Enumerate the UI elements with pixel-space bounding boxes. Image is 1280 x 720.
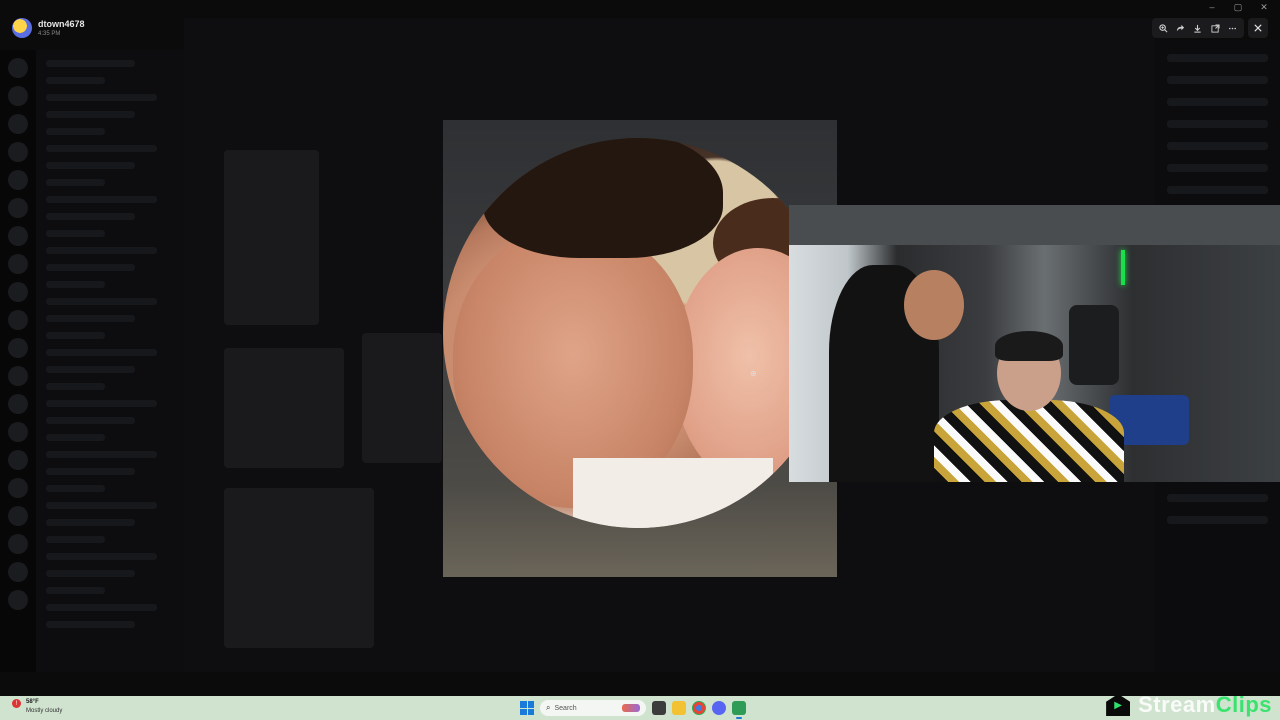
download-icon[interactable] (1191, 21, 1205, 35)
discord-icon[interactable] (712, 701, 726, 715)
windows-start-icon[interactable] (520, 701, 534, 715)
more-icon[interactable] (1225, 21, 1239, 35)
file-explorer-icon[interactable] (672, 701, 686, 715)
window-close-button[interactable]: ✕ (1258, 2, 1270, 13)
upload-timestamp: 4:35 PM (38, 31, 61, 37)
open-in-browser-icon[interactable] (1208, 21, 1222, 35)
viewed-image[interactable] (443, 120, 837, 577)
watermark-text: StreamClips (1138, 692, 1272, 717)
server-list (0, 50, 36, 672)
close-viewer-button[interactable] (1248, 18, 1268, 38)
image-viewer-header: dtown4678 4:35 PM – ▢ ✕ (0, 0, 1280, 50)
taskbar-search[interactable]: ⌕ Search (540, 700, 646, 716)
forward-icon[interactable] (1174, 21, 1188, 35)
weather-temperature[interactable]: 58°F (26, 699, 39, 705)
task-view-icon[interactable] (652, 701, 666, 715)
streamclips-logo-icon: ▶ (1106, 694, 1131, 716)
search-icon: ⌕ (546, 703, 551, 712)
zoom-cursor-icon: ⊕ (750, 369, 757, 378)
viewer-toolbar (1152, 18, 1244, 38)
zoom-in-icon[interactable] (1157, 21, 1171, 35)
weather-alert-icon[interactable]: ! (12, 699, 21, 708)
search-highlight-icon (622, 704, 640, 712)
close-icon (1254, 24, 1262, 32)
search-label: Search (554, 704, 577, 712)
channel-list (36, 50, 184, 672)
minimize-button[interactable]: – (1206, 2, 1218, 13)
screen: dtown4678 4:35 PM – ▢ ✕ ⊕ ! 58°F Mostly … (0, 0, 1280, 720)
maximize-button[interactable]: ▢ (1232, 2, 1244, 13)
stream-overlay-video (789, 205, 1280, 482)
avatar[interactable] (12, 18, 32, 38)
uploader-username[interactable]: dtown4678 (38, 19, 85, 29)
streamclips-watermark: ▶ StreamClips (1106, 692, 1272, 718)
chrome-icon[interactable] (692, 701, 706, 715)
taskbar-apps: ⌕ Search (520, 698, 746, 719)
windows-taskbar: ! 58°F Mostly cloudy ⌕ Search ▶ StreamCl… (0, 692, 1280, 720)
weather-condition[interactable]: Mostly cloudy (26, 708, 62, 714)
window-controls: – ▢ ✕ (1206, 2, 1270, 13)
profile-photo-circle (443, 138, 833, 528)
obs-icon[interactable] (732, 701, 746, 719)
